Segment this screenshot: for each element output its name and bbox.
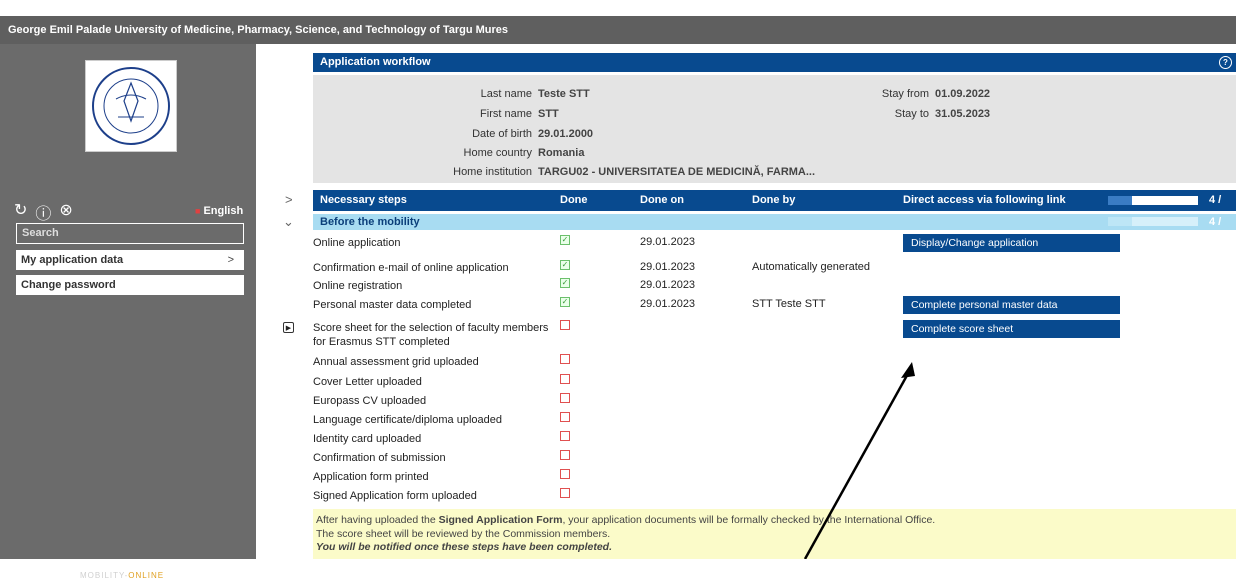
brand-part-b: ONLINE bbox=[128, 571, 165, 580]
brand-part-a: MOBILITY- bbox=[80, 571, 129, 580]
annotation-arrow bbox=[803, 362, 915, 559]
mobility-online-logo: MOBILITY-ONLINE bbox=[80, 571, 164, 580]
